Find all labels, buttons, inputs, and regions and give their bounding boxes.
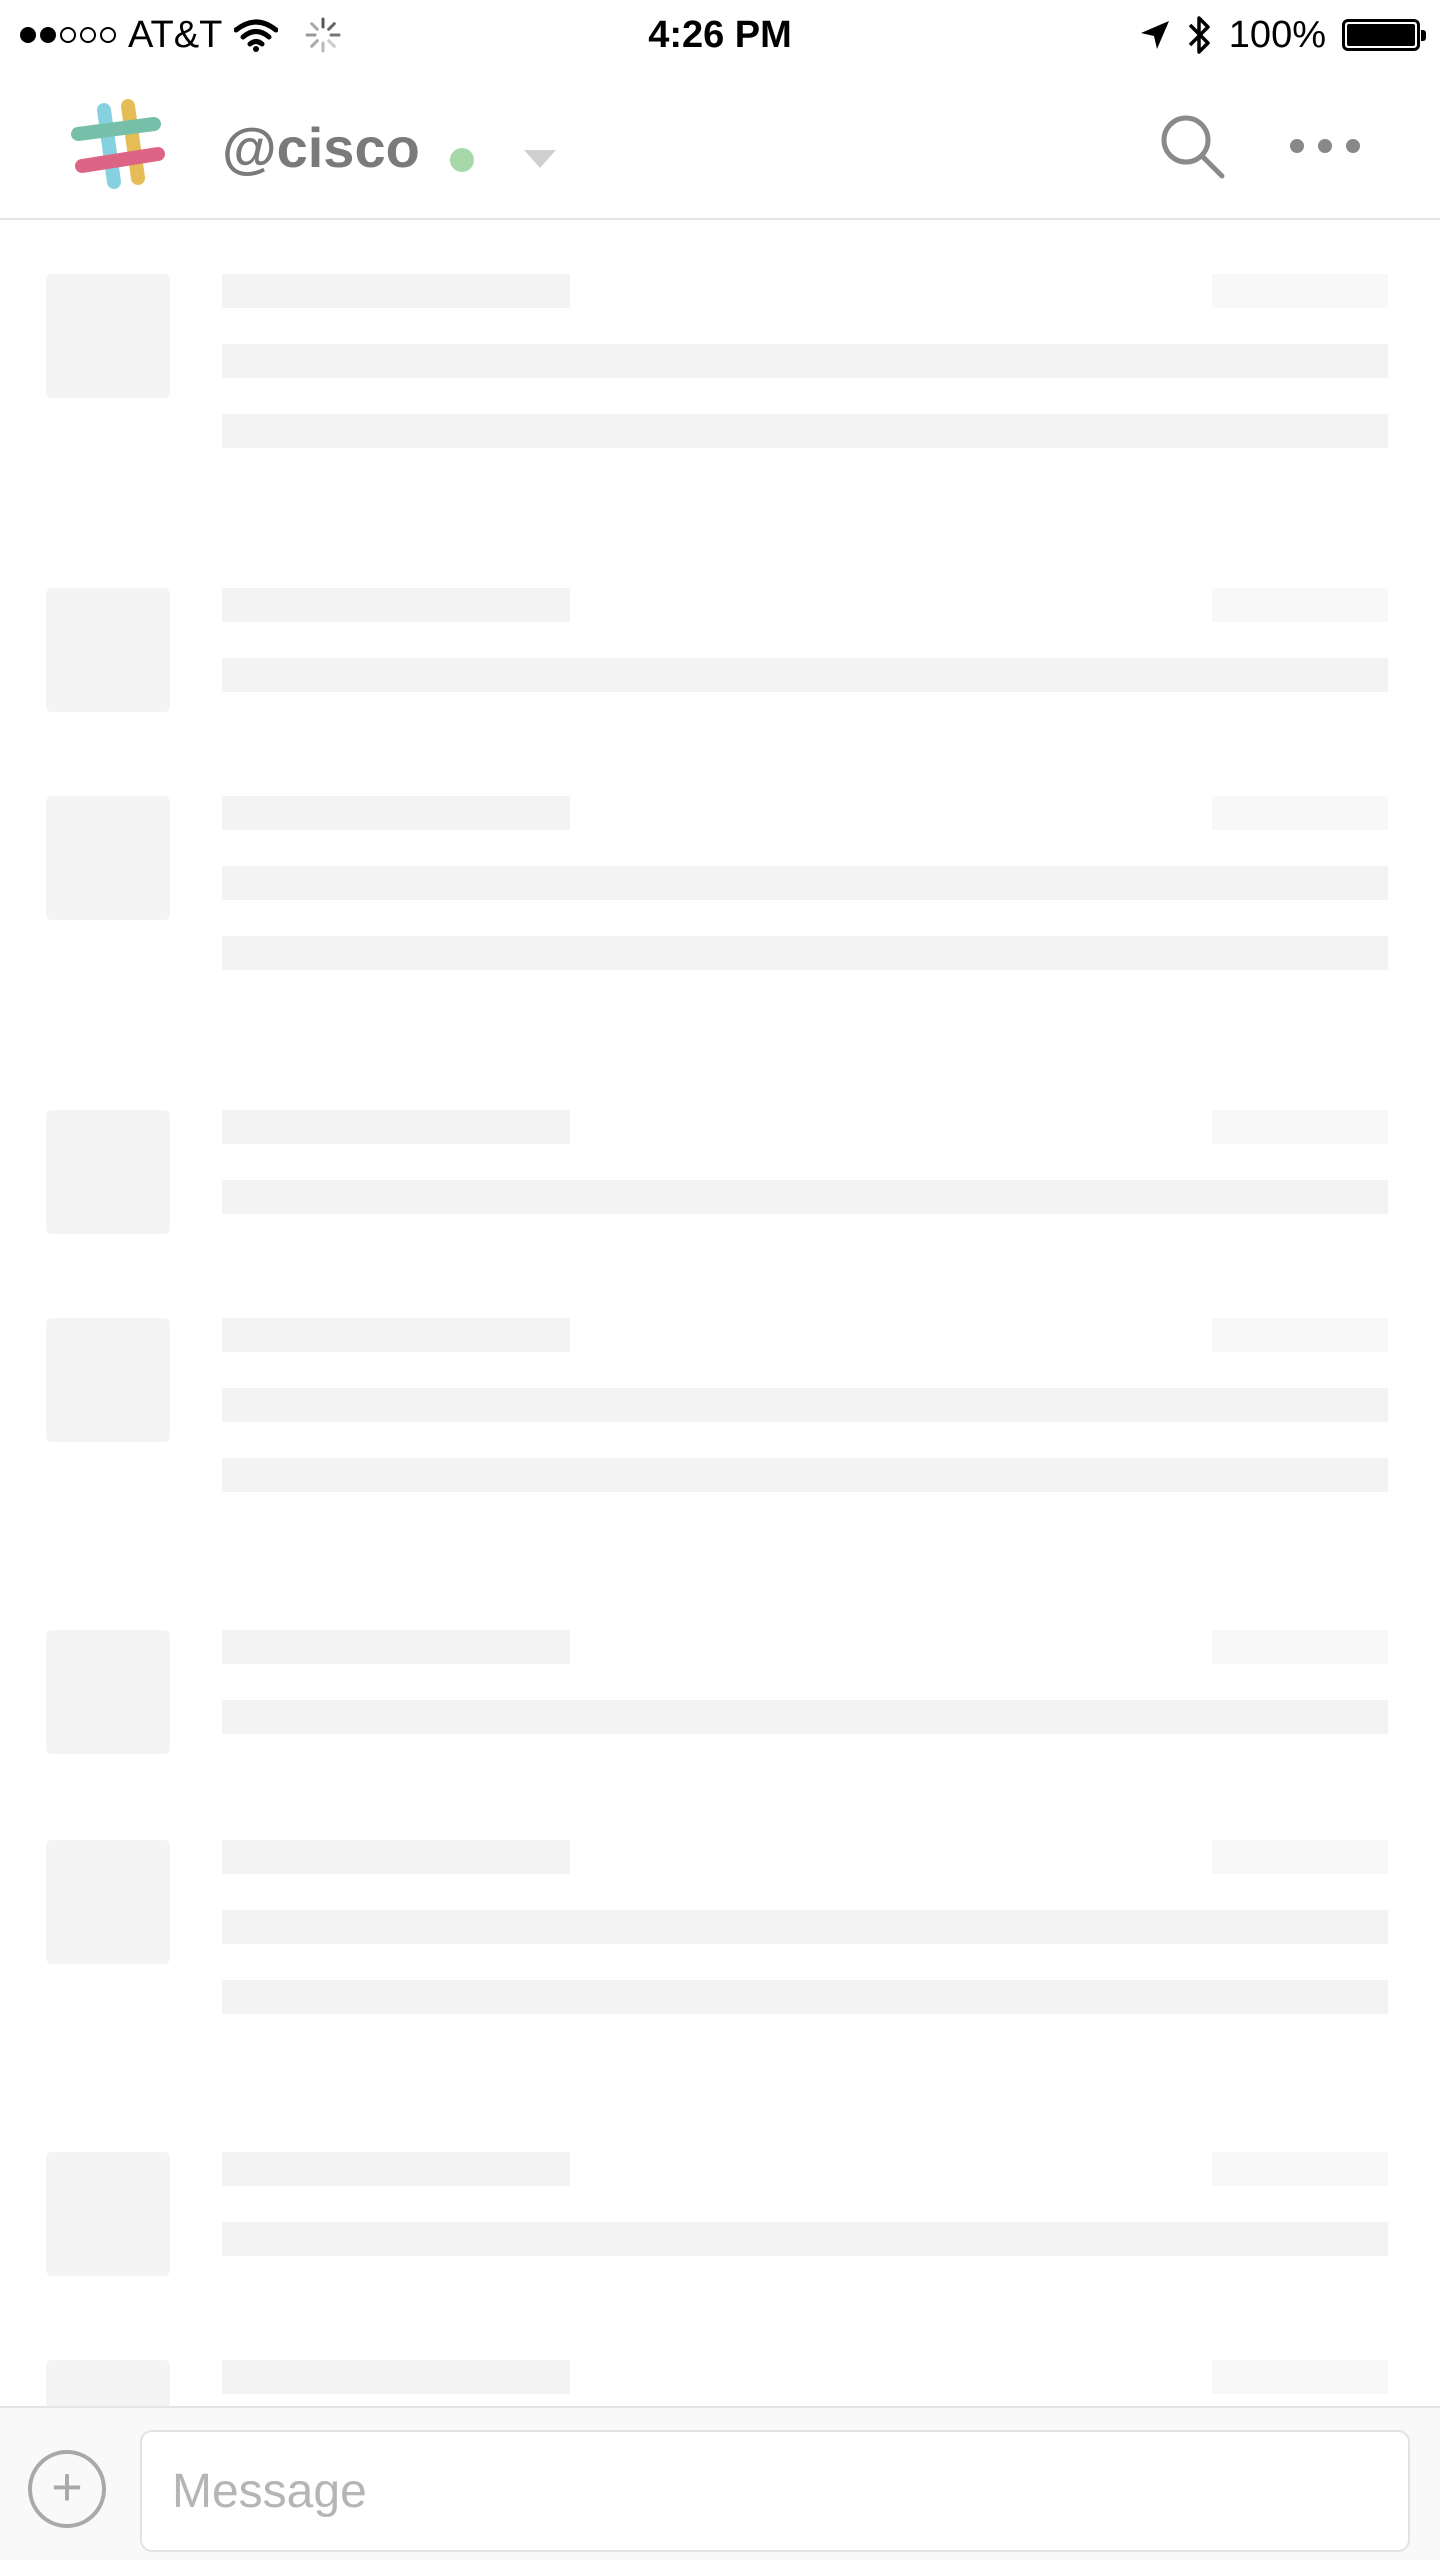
avatar-placeholder	[46, 274, 170, 398]
text-placeholder	[222, 1458, 1388, 1492]
text-placeholder	[222, 2222, 1388, 2256]
carrier-label: AT&T	[128, 13, 223, 56]
avatar-placeholder	[46, 796, 170, 920]
name-placeholder	[222, 1318, 570, 1352]
name-placeholder	[222, 2152, 570, 2186]
name-placeholder	[222, 796, 570, 830]
avatar-placeholder	[46, 2360, 170, 2406]
name-placeholder	[222, 588, 570, 622]
timestamp-placeholder	[1212, 1840, 1388, 1874]
location-arrow-icon	[1140, 21, 1169, 49]
text-placeholder	[222, 414, 1388, 448]
text-placeholder	[222, 936, 1388, 970]
battery-icon	[1342, 19, 1426, 51]
team-name[interactable]: @cisco	[222, 118, 420, 178]
loading-spinner-icon	[305, 17, 341, 53]
message-list[interactable]	[0, 220, 1440, 2406]
status-bar: AT&T 4:26 PM 100%	[0, 0, 1440, 70]
name-placeholder	[222, 1840, 570, 1874]
message-composer: +	[0, 2406, 1440, 2560]
avatar-placeholder	[46, 1630, 170, 1754]
timestamp-placeholder	[1212, 796, 1388, 830]
status-left: AT&T	[20, 10, 342, 60]
text-placeholder	[222, 344, 1388, 378]
message-input[interactable]	[140, 2430, 1410, 2552]
more-icon[interactable]	[1290, 126, 1360, 166]
timestamp-placeholder	[1212, 274, 1388, 308]
text-placeholder	[222, 1980, 1388, 2014]
timestamp-placeholder	[1212, 1630, 1388, 1664]
name-placeholder	[222, 1110, 570, 1144]
bluetooth-icon	[1188, 16, 1210, 54]
timestamp-placeholder	[1212, 1318, 1388, 1352]
avatar-placeholder	[46, 1110, 170, 1234]
text-placeholder	[222, 658, 1388, 692]
name-placeholder	[222, 1630, 570, 1664]
avatar-placeholder	[46, 588, 170, 712]
text-placeholder	[222, 1180, 1388, 1214]
name-placeholder	[222, 2360, 570, 2394]
text-placeholder	[222, 1910, 1388, 1944]
name-placeholder	[222, 274, 570, 308]
timestamp-placeholder	[1212, 1110, 1388, 1144]
plus-icon[interactable]: +	[28, 2450, 106, 2528]
slack-logo-icon[interactable]	[68, 96, 168, 196]
text-placeholder	[222, 1388, 1388, 1422]
avatar-placeholder	[46, 1318, 170, 1442]
avatar-placeholder	[46, 1840, 170, 1964]
chevron-down-icon[interactable]	[524, 150, 556, 168]
timestamp-placeholder	[1212, 588, 1388, 622]
status-right: 100%	[1139, 10, 1426, 60]
battery-percent: 100%	[1228, 13, 1326, 56]
text-placeholder	[222, 866, 1388, 900]
signal-strength-icon	[20, 27, 116, 43]
text-placeholder	[222, 1700, 1388, 1734]
timestamp-placeholder	[1212, 2152, 1388, 2186]
presence-indicator	[450, 148, 474, 172]
search-icon[interactable]	[1156, 110, 1230, 184]
avatar-placeholder	[46, 2152, 170, 2276]
app-header: @cisco	[0, 70, 1440, 220]
timestamp-placeholder	[1212, 2360, 1388, 2394]
wifi-icon	[234, 19, 279, 52]
